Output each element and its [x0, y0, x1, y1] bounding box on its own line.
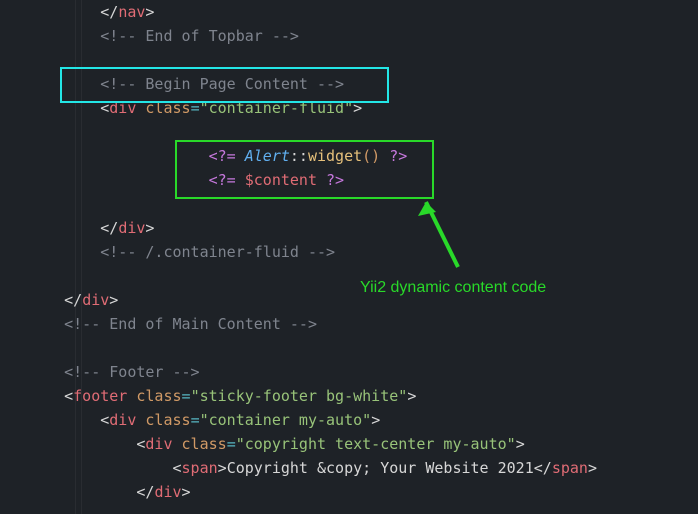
- code-line[interactable]: <!-- Footer -->: [28, 360, 698, 384]
- string-val: "copyright text-center my-auto": [236, 435, 516, 453]
- code-line[interactable]: [28, 120, 698, 144]
- tag-nav: nav: [118, 3, 145, 21]
- comment: <!-- Footer -->: [64, 363, 199, 381]
- code-line[interactable]: <!-- /.container-fluid -->: [28, 240, 698, 264]
- code-line[interactable]: [28, 192, 698, 216]
- string-val: "container-fluid": [200, 99, 354, 117]
- code-line[interactable]: [28, 48, 698, 72]
- code-line[interactable]: <div class="container my-auto">: [28, 408, 698, 432]
- code-line[interactable]: <?= $content ?>: [28, 168, 698, 192]
- php-close: ?>: [326, 171, 344, 189]
- tag-div: div: [145, 435, 172, 453]
- comment: <!-- /.container-fluid -->: [100, 243, 335, 261]
- attr-class: class: [145, 411, 190, 429]
- comment: <!-- End of Main Content -->: [64, 315, 317, 333]
- text-content: Copyright &copy; Your Website 2021: [227, 459, 534, 477]
- code-line[interactable]: <?= Alert::widget() ?>: [28, 144, 698, 168]
- indent-guide: [81, 0, 82, 514]
- indent-guide: [75, 0, 76, 514]
- code-line[interactable]: </div>: [28, 216, 698, 240]
- comment: <!-- Begin Page Content -->: [100, 75, 344, 93]
- comment: <!-- End of Topbar -->: [100, 27, 299, 45]
- tag-span: span: [182, 459, 218, 477]
- code-line[interactable]: <footer class="sticky-footer bg-white">: [28, 384, 698, 408]
- php-open: <?=: [209, 171, 236, 189]
- php-var: $content: [245, 171, 317, 189]
- string-val: "container my-auto": [200, 411, 372, 429]
- attr-class: class: [136, 387, 181, 405]
- php-parens: (): [362, 147, 380, 165]
- code-line[interactable]: </nav>: [28, 0, 698, 24]
- attr-class: class: [145, 99, 190, 117]
- php-open: <?=: [209, 147, 236, 165]
- php-func: widget: [308, 147, 362, 165]
- code-line[interactable]: <!-- End of Topbar -->: [28, 24, 698, 48]
- code-line[interactable]: <!-- End of Main Content -->: [28, 312, 698, 336]
- attr-class: class: [182, 435, 227, 453]
- string-val: "sticky-footer bg-white": [191, 387, 408, 405]
- code-line[interactable]: <span>Copyright &copy; Your Website 2021…: [28, 456, 698, 480]
- code-line[interactable]: </div>: [28, 480, 698, 504]
- code-line[interactable]: <!-- Begin Page Content -->: [28, 72, 698, 96]
- annotation-label: Yii2 dynamic content code: [360, 275, 546, 301]
- code-line[interactable]: [28, 336, 698, 360]
- tag-div: div: [109, 411, 136, 429]
- php-class: Alert: [245, 147, 290, 165]
- php-op: ::: [290, 147, 308, 165]
- tag-div: div: [109, 99, 136, 117]
- tag-div: div: [154, 483, 181, 501]
- code-line[interactable]: <div class="container-fluid">: [28, 96, 698, 120]
- code-editor[interactable]: </nav> <!-- End of Topbar --> <!-- Begin…: [0, 0, 698, 504]
- tag-div: div: [118, 219, 145, 237]
- tag-span: span: [552, 459, 588, 477]
- php-close: ?>: [389, 147, 407, 165]
- code-line[interactable]: <div class="copyright text-center my-aut…: [28, 432, 698, 456]
- tag-div: div: [82, 291, 109, 309]
